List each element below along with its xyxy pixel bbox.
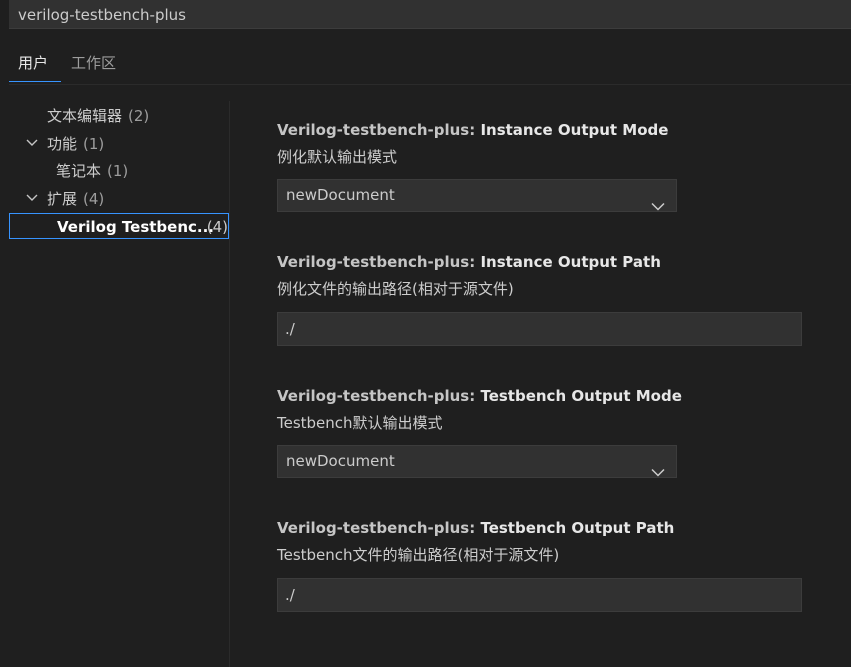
settings-toc: 文本编辑器 (2) 功能 (1) 笔记本 (1) 扩展 (4) Verilog Test… [0, 101, 230, 667]
setting-instance-output-path: Verilog-testbench-plus: Instance Output … [277, 251, 802, 347]
output-path-input[interactable]: ./ [277, 312, 802, 346]
toc-item-label: 笔记本 [56, 162, 102, 180]
setting-title-prefix: Verilog-testbench-plus: [277, 519, 481, 537]
setting-title: Verilog-testbench-plus: Instance Output … [277, 251, 802, 273]
output-mode-select[interactable]: newDocument [277, 445, 677, 478]
search-input-value: verilog-testbench-plus [18, 6, 186, 24]
chevron-down-icon [651, 457, 665, 488]
toc-item-label: Verilog Testbenc... [57, 218, 214, 236]
output-path-input[interactable]: ./ [277, 578, 802, 612]
toc-item-count: (2) [128, 107, 150, 125]
toc-item-label: 功能 [47, 135, 78, 153]
toc-item-count: (4) [206, 218, 228, 236]
setting-description: 例化文件的输出路径(相对于源文件) [277, 280, 514, 298]
toc-item-verilog-testbench[interactable]: Verilog Testbenc... (4) [9, 213, 229, 239]
chevron-down-icon[interactable] [26, 186, 40, 212]
setting-instance-output-mode: Verilog-testbench-plus: Instance Output … [277, 119, 802, 215]
setting-title-name: Instance Output Mode [480, 121, 669, 139]
setting-title-prefix: Verilog-testbench-plus: [277, 387, 481, 405]
setting-title: Verilog-testbench-plus: Testbench Output… [277, 385, 802, 407]
setting-description: Testbench默认输出模式 [277, 414, 443, 432]
settings-scope-tabs: 用户 工作区 [9, 46, 851, 85]
setting-title-name: Testbench Output Path [480, 519, 675, 537]
setting-description: Testbench文件的输出路径(相对于源文件) [277, 546, 560, 564]
toc-item-notebook[interactable]: 笔记本 (1) [0, 158, 229, 184]
toc-item-label: 扩展 [47, 190, 78, 208]
setting-title-name: Testbench Output Mode [480, 387, 682, 405]
setting-title-name: Instance Output Path [480, 253, 661, 271]
tab-workspace[interactable]: 工作区 [71, 54, 116, 82]
toc-item-text-editor[interactable]: 文本编辑器 (2) [0, 103, 229, 129]
toc-item-extensions[interactable]: 扩展 (4) [0, 186, 229, 212]
select-value: newDocument [286, 186, 395, 204]
toc-item-count: (4) [83, 190, 105, 208]
setting-title-prefix: Verilog-testbench-plus: [277, 121, 481, 139]
toc-item-count: (1) [83, 135, 105, 153]
settings-search-input[interactable]: verilog-testbench-plus [9, 0, 851, 29]
setting-title: Verilog-testbench-plus: Testbench Output… [277, 517, 802, 539]
toc-item-features[interactable]: 功能 (1) [0, 131, 229, 157]
chevron-down-icon[interactable] [26, 131, 40, 157]
setting-description: 例化默认输出模式 [277, 148, 398, 166]
select-value: newDocument [286, 452, 395, 470]
toc-item-label: 文本编辑器 [47, 107, 123, 125]
output-mode-select[interactable]: newDocument [277, 179, 677, 212]
setting-testbench-output-path: Verilog-testbench-plus: Testbench Output… [277, 517, 802, 613]
tab-user[interactable]: 用户 [9, 54, 61, 82]
toc-item-count: (1) [107, 162, 129, 180]
setting-title-prefix: Verilog-testbench-plus: [277, 253, 481, 271]
setting-title: Verilog-testbench-plus: Instance Output … [277, 119, 802, 141]
setting-testbench-output-mode: Verilog-testbench-plus: Testbench Output… [277, 385, 802, 481]
chevron-down-icon [651, 191, 665, 222]
